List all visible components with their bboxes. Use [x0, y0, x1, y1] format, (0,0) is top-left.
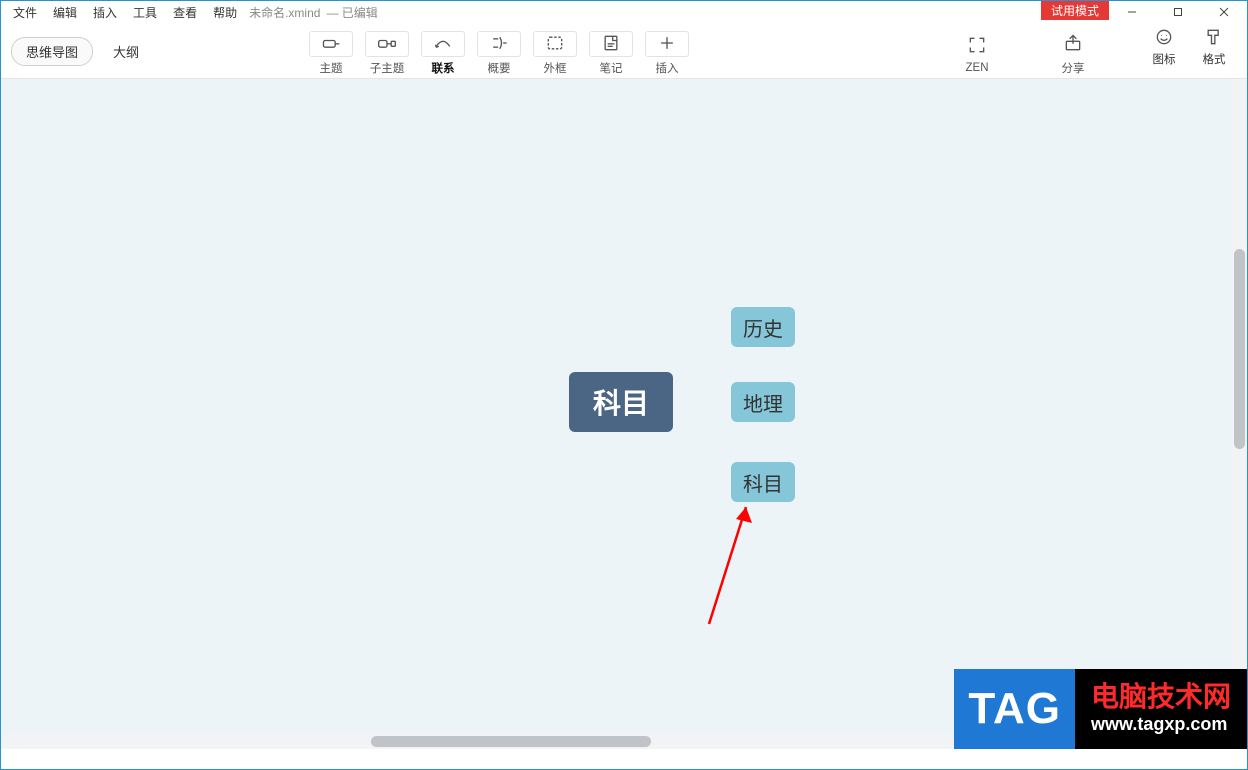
relationship-icon — [433, 33, 453, 56]
watermark-line2: www.tagxp.com — [1091, 713, 1231, 736]
panel-format[interactable]: 格式 — [1191, 27, 1237, 67]
tool-topic[interactable]: 主题 — [303, 27, 359, 76]
node-child-2[interactable]: 科目 — [731, 462, 795, 502]
tool-subtopic-label: 子主题 — [370, 60, 405, 76]
tab-outline[interactable]: 大纲 — [99, 38, 153, 65]
menu-file[interactable]: 文件 — [5, 2, 45, 23]
node-connections — [1, 79, 301, 229]
trial-mode-badge[interactable]: 试用模式 — [1041, 1, 1109, 20]
view-toggle: 思维导图 大纲 — [11, 27, 153, 75]
node-root-label: 科目 — [593, 382, 649, 422]
tool-relationship-label: 联系 — [432, 60, 455, 76]
document-status: — 已编辑 — [326, 4, 377, 21]
watermark: TAG 电脑技术网 www.tagxp.com — [954, 669, 1247, 749]
node-child-0-label: 历史 — [743, 313, 783, 342]
subtopic-icon — [377, 33, 397, 56]
vertical-scrollbar[interactable] — [1232, 79, 1247, 749]
node-child-1-label: 地理 — [743, 388, 783, 417]
tool-relationship[interactable]: 联系 — [415, 27, 471, 76]
boundary-icon — [545, 33, 565, 56]
tool-insert-label: 插入 — [656, 60, 679, 76]
watermark-line1: 电脑技术网 — [1091, 682, 1231, 713]
tool-boundary-label: 外框 — [544, 60, 567, 76]
menu-help[interactable]: 帮助 — [205, 2, 245, 23]
menu-insert[interactable]: 插入 — [85, 2, 125, 23]
panel-icons-label: 图标 — [1153, 51, 1176, 67]
toolbar: 思维导图 大纲 主题 子主题 联系 概要 — [1, 23, 1247, 79]
insert-icon — [657, 33, 677, 56]
smiley-icon — [1154, 27, 1174, 52]
node-child-1[interactable]: 地理 — [731, 382, 795, 422]
tool-note[interactable]: 笔记 — [583, 27, 639, 76]
share-icon — [1063, 33, 1083, 56]
note-icon — [601, 33, 621, 56]
topic-icon — [321, 33, 341, 56]
tool-zen-label: ZEN — [966, 62, 989, 74]
menu-edit[interactable]: 编辑 — [45, 2, 85, 23]
tab-mindmap[interactable]: 思维导图 — [11, 37, 93, 66]
tool-insert[interactable]: 插入 — [639, 27, 695, 76]
tool-topic-label: 主题 — [320, 60, 343, 76]
tool-note-label: 笔记 — [600, 60, 623, 76]
tool-summary-label: 概要 — [488, 60, 511, 76]
node-root[interactable]: 科目 — [569, 372, 673, 432]
watermark-text: 电脑技术网 www.tagxp.com — [1075, 669, 1247, 749]
panel-icons[interactable]: 图标 — [1141, 27, 1187, 67]
node-child-0[interactable]: 历史 — [731, 307, 795, 347]
zen-icon — [967, 35, 987, 58]
summary-icon — [489, 33, 509, 56]
window-controls — [1109, 1, 1247, 23]
minimize-button[interactable] — [1109, 1, 1155, 23]
tool-zen[interactable]: ZEN — [949, 27, 1005, 76]
tool-share-label: 分享 — [1062, 60, 1085, 76]
menu-view[interactable]: 查看 — [165, 2, 205, 23]
horizontal-scroll-thumb[interactable] — [371, 736, 651, 747]
watermark-tag: TAG — [954, 669, 1075, 749]
maximize-button[interactable] — [1155, 1, 1201, 23]
vertical-scroll-thumb[interactable] — [1234, 249, 1245, 449]
format-brush-icon — [1204, 27, 1224, 52]
tool-summary[interactable]: 概要 — [471, 27, 527, 76]
document-name: 未命名.xmind — [249, 4, 320, 21]
tool-share[interactable]: 分享 — [1045, 27, 1101, 76]
close-button[interactable] — [1201, 1, 1247, 23]
tool-boundary[interactable]: 外框 — [527, 27, 583, 76]
tool-subtopic[interactable]: 子主题 — [359, 27, 415, 76]
panel-format-label: 格式 — [1203, 51, 1226, 67]
menu-tools[interactable]: 工具 — [125, 2, 165, 23]
node-child-2-label: 科目 — [743, 468, 783, 497]
canvas-area[interactable]: 科目 历史 地理 科目 TAG 电脑技术网 www.tagxp.com — [1, 79, 1247, 749]
